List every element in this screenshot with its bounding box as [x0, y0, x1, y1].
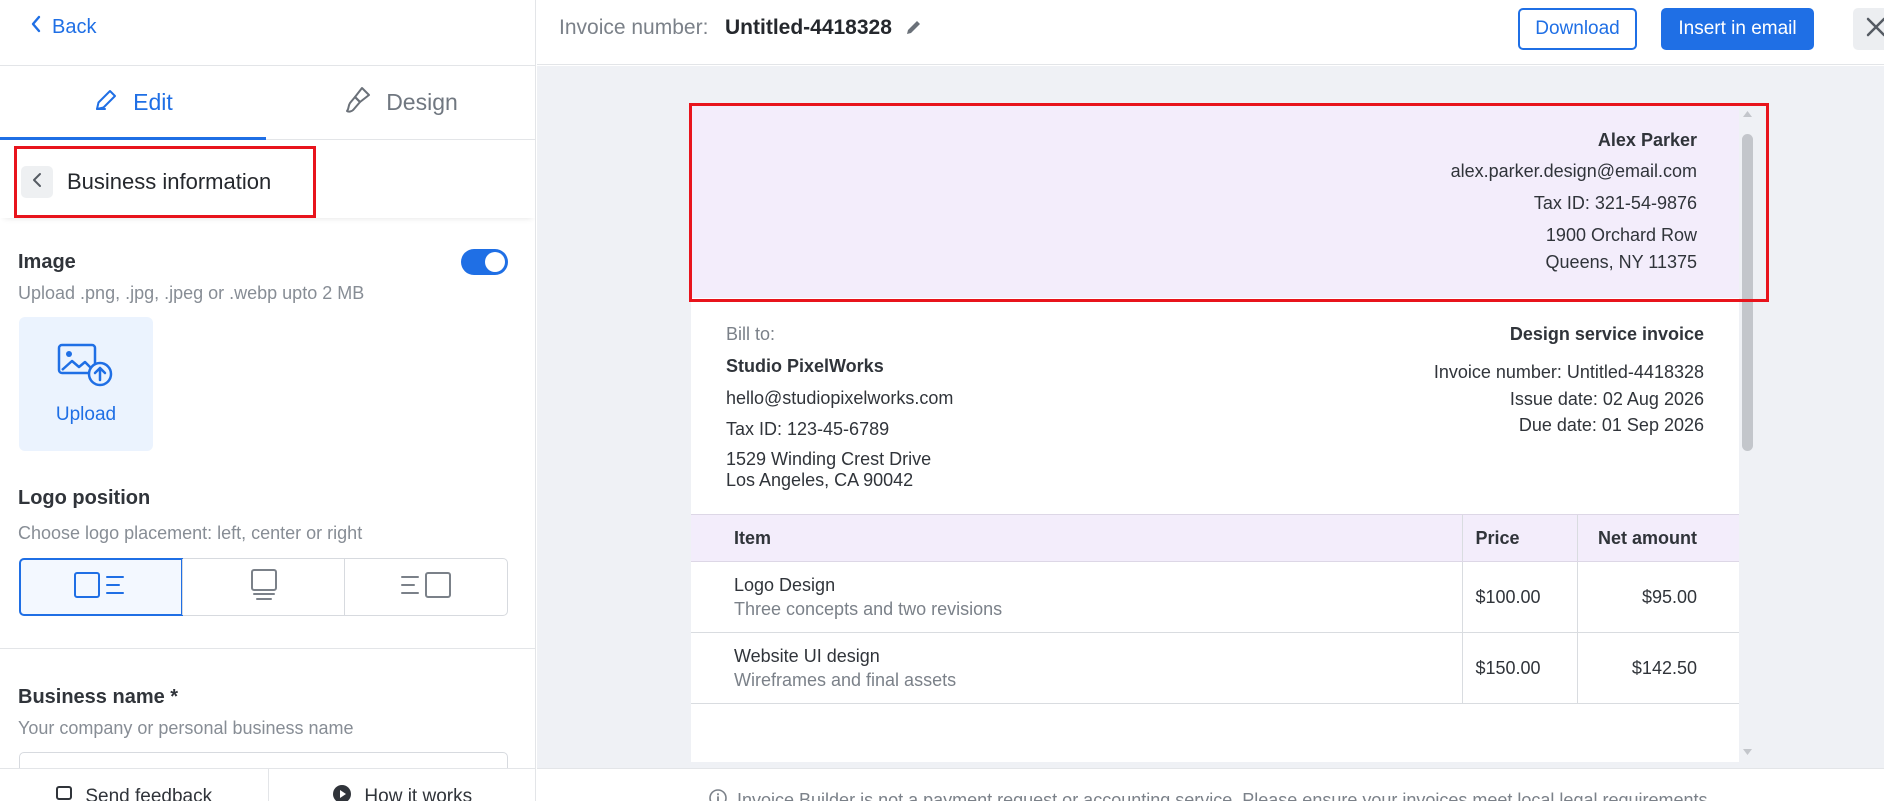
- issue-date: Issue date: 02 Aug 2026: [1509, 389, 1704, 409]
- editor-sidebar: Back Edit Design Business information Im…: [0, 0, 536, 801]
- tab-design-label: Design: [386, 89, 458, 115]
- paintbrush-icon: [344, 85, 372, 121]
- item-description: Three concepts and two revisions: [734, 598, 1003, 619]
- tab-edit-label: Edit: [133, 89, 173, 115]
- pencil-icon: [93, 87, 119, 119]
- image-toggle[interactable]: [461, 249, 508, 275]
- image-label: Image: [18, 251, 76, 273]
- close-icon: [1865, 16, 1884, 43]
- logo-position-selector: [19, 558, 508, 616]
- back-button[interactable]: Back: [30, 14, 96, 40]
- table-header-row: Item Price Net amount: [691, 514, 1739, 562]
- logo-left-option[interactable]: [19, 558, 183, 616]
- business-name-hint: Your company or personal business name: [18, 718, 354, 738]
- bill-to-label: Bill to:: [726, 324, 776, 344]
- invoice-title: Design service invoice: [1509, 324, 1704, 344]
- tab-edit[interactable]: Edit: [0, 66, 266, 140]
- client-tax-id: Tax ID: 123-45-6789: [726, 419, 890, 439]
- upload-label: Upload: [55, 404, 117, 425]
- price-cell: $100.00: [1461, 561, 1577, 633]
- chevron-left-icon: [32, 172, 42, 193]
- price-cell: $150.00: [1461, 632, 1577, 704]
- disclaimer: Invoice Builder is not a payment request…: [709, 789, 1713, 801]
- insert-in-email-button[interactable]: Insert in email: [1661, 8, 1814, 50]
- play-icon: [332, 784, 352, 801]
- business-name-label: Business name *: [18, 686, 179, 708]
- image-hint: Upload .png, .jpg, .jpeg or .webp upto 2…: [18, 283, 365, 303]
- table-row[interactable]: Logo Design Three concepts and two revis…: [691, 561, 1739, 633]
- business-name: Alex Parker: [1597, 130, 1697, 150]
- invoice-number-value[interactable]: Untitled-4418328: [725, 16, 892, 40]
- close-button[interactable]: [1853, 8, 1884, 50]
- preview-footer: Invoice Builder is not a payment request…: [537, 768, 1884, 801]
- send-feedback-label: Send feedback: [85, 786, 213, 801]
- section-title: Business information: [67, 169, 272, 194]
- item-cell: Logo Design Three concepts and two revis…: [691, 561, 1462, 633]
- invoice-preview: Alex Parker alex.parker.design@email.com…: [537, 66, 1884, 768]
- scroll-up-icon[interactable]: [1742, 110, 1753, 118]
- how-it-works-button[interactable]: How it works: [267, 769, 536, 801]
- column-header-price: Price: [1461, 514, 1577, 562]
- download-button[interactable]: Download: [1518, 8, 1637, 50]
- top-bar: Invoice number: Untitled-4418328 Downloa…: [537, 0, 1884, 65]
- line-items-table: Item Price Net amount Logo Design Three …: [691, 514, 1739, 704]
- divider: [0, 648, 535, 649]
- logo-right-option[interactable]: [344, 559, 507, 615]
- business-address-line1: 1900 Orchard Row: [1545, 225, 1697, 245]
- info-icon: [709, 789, 727, 801]
- collapse-section-button[interactable]: [21, 166, 53, 198]
- item-name: Logo Design: [734, 574, 836, 595]
- column-header-item: Item: [691, 514, 1462, 562]
- scroll-down-icon[interactable]: [1742, 748, 1753, 756]
- layout-center-icon: [249, 568, 279, 607]
- chevron-left-icon: [30, 15, 42, 39]
- layout-left-icon: [73, 570, 129, 605]
- logo-center-option[interactable]: [181, 559, 345, 615]
- upload-image-button[interactable]: Upload: [19, 317, 153, 451]
- layout-right-icon: [398, 570, 454, 605]
- business-address-line2: Queens, NY 11375: [1545, 252, 1697, 272]
- business-tax-id: Tax ID: 321-54-9876: [1533, 193, 1697, 213]
- feedback-icon: [55, 785, 73, 801]
- image-upload-icon: [56, 342, 116, 394]
- client-name: Studio PixelWorks: [726, 356, 884, 376]
- scrollbar-thumb[interactable]: [1742, 134, 1753, 451]
- business-email: alex.parker.design@email.com: [1450, 161, 1697, 181]
- item-description: Wireframes and final assets: [734, 669, 957, 690]
- net-amount-cell: $95.00: [1576, 561, 1739, 633]
- tab-design[interactable]: Design: [266, 66, 535, 139]
- table-row[interactable]: Website UI design Wireframes and final a…: [691, 632, 1739, 704]
- invoice-paper: Alex Parker alex.parker.design@email.com…: [691, 106, 1739, 762]
- how-it-works-label: How it works: [364, 786, 473, 801]
- item-cell: Website UI design Wireframes and final a…: [691, 632, 1462, 704]
- send-feedback-button[interactable]: Send feedback: [0, 769, 268, 801]
- logo-position-label: Logo position: [18, 487, 151, 509]
- client-address-line2: Los Angeles, CA 90042: [726, 470, 914, 490]
- back-label: Back: [52, 15, 97, 38]
- section-header: Business information: [14, 146, 316, 218]
- net-amount-cell: $142.50: [1576, 632, 1739, 704]
- item-name: Website UI design: [734, 645, 880, 666]
- invoice-number-label: Invoice number:: [559, 16, 709, 39]
- client-address-line1: 1529 Winding Crest Drive: [726, 449, 932, 469]
- editor-tabs: Edit Design: [0, 66, 535, 140]
- disclaimer-text: Invoice Builder is not a payment request…: [737, 790, 1713, 801]
- logo-position-hint: Choose logo placement: left, center or r…: [18, 523, 363, 543]
- client-email: hello@studiopixelworks.com: [726, 388, 954, 408]
- preview-scrollbar[interactable]: [1738, 106, 1756, 762]
- due-date: Due date: 01 Sep 2026: [1518, 415, 1704, 435]
- business-info-block[interactable]: Alex Parker alex.parker.design@email.com…: [691, 106, 1739, 298]
- invoice-number-detail: Invoice number: Untitled-4418328: [1433, 362, 1704, 382]
- sidebar-footer: Send feedback How it works: [0, 768, 536, 801]
- edit-invoice-number-icon[interactable]: [905, 18, 923, 41]
- column-header-net-amount: Net amount: [1576, 514, 1739, 562]
